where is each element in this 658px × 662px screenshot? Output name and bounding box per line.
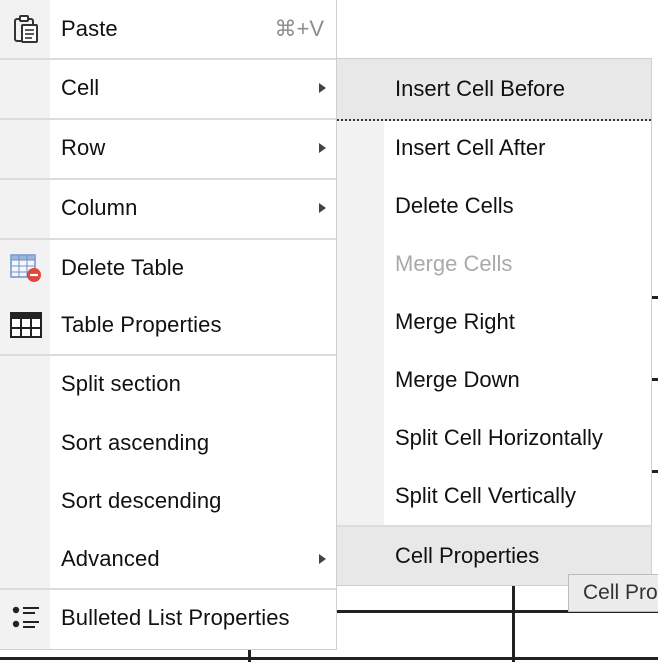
context-menu: Paste ⌘+V Cell Row Column Delete Table T…	[0, 0, 337, 650]
submenu-item-insert-cell-after[interactable]: Insert Cell After	[337, 119, 651, 177]
cell-submenu: Insert Cell Before Insert Cell After Del…	[336, 58, 652, 586]
submenu-item-label: Delete Cells	[395, 193, 514, 218]
menu-item-label: Cell	[61, 75, 100, 100]
bulleted-list-icon	[10, 602, 42, 634]
menu-item-column[interactable]: Column	[0, 178, 336, 236]
submenu-item-split-cell-vertically[interactable]: Split Cell Vertically	[337, 467, 651, 525]
submenu-item-label: Split Cell Horizontally	[395, 425, 603, 450]
submenu-item-label: Split Cell Vertically	[395, 483, 576, 508]
submenu-item-insert-cell-before[interactable]: Insert Cell Before	[337, 59, 651, 121]
menu-item-label: Sort ascending	[61, 430, 210, 455]
table-properties-icon	[10, 309, 42, 341]
submenu-arrow-icon	[319, 83, 326, 93]
menu-item-sort-ascending[interactable]: Sort ascending	[0, 414, 336, 472]
menu-item-label: Column	[61, 195, 138, 220]
submenu-item-merge-down[interactable]: Merge Down	[337, 351, 651, 409]
document-table-border	[652, 378, 658, 381]
menu-item-label: Table Properties	[61, 312, 222, 337]
submenu-arrow-icon	[319, 554, 326, 564]
submenu-item-label: Cell Properties	[395, 543, 540, 568]
menu-item-label: Paste	[61, 16, 118, 41]
document-table-border	[652, 470, 658, 473]
menu-item-sort-descending[interactable]: Sort descending	[0, 472, 336, 530]
menu-item-advanced[interactable]: Advanced	[0, 530, 336, 588]
menu-item-label: Sort descending	[61, 488, 222, 513]
document-table-border	[652, 296, 658, 299]
menu-item-label: Advanced	[61, 546, 160, 571]
menu-item-row[interactable]: Row	[0, 118, 336, 176]
document-table-border	[512, 586, 515, 662]
submenu-item-split-cell-horizontally[interactable]: Split Cell Horizontally	[337, 409, 651, 467]
submenu-item-label: Merge Down	[395, 367, 520, 392]
menu-item-label: Split section	[61, 371, 181, 396]
paste-icon	[10, 13, 42, 45]
submenu-item-label: Insert Cell Before	[395, 76, 565, 101]
menu-item-label: Delete Table	[61, 255, 185, 280]
delete-table-icon	[10, 252, 42, 284]
menu-item-table-properties[interactable]: Table Properties	[0, 296, 336, 354]
menu-item-paste[interactable]: Paste ⌘+V	[0, 0, 336, 58]
document-table-border	[248, 650, 251, 662]
menu-item-label: Bulleted List Properties	[61, 605, 290, 630]
menu-item-delete-table[interactable]: Delete Table	[0, 238, 336, 296]
document-table-border	[0, 657, 658, 660]
submenu-item-merge-cells: Merge Cells	[337, 235, 651, 293]
submenu-item-delete-cells[interactable]: Delete Cells	[337, 177, 651, 235]
menu-item-label: Row	[61, 135, 106, 160]
tooltip: Cell Properties	[568, 574, 658, 612]
menu-item-bulleted-list-properties[interactable]: Bulleted List Properties	[0, 588, 336, 646]
submenu-item-merge-right[interactable]: Merge Right	[337, 293, 651, 351]
submenu-item-label: Insert Cell After	[395, 135, 546, 160]
menu-item-split-section[interactable]: Split section	[0, 354, 336, 412]
submenu-arrow-icon	[319, 143, 326, 153]
shortcut-label: ⌘+V	[274, 16, 324, 41]
submenu-item-label: Merge Right	[395, 309, 515, 334]
submenu-arrow-icon	[319, 203, 326, 213]
menu-item-cell[interactable]: Cell	[0, 58, 336, 116]
submenu-item-label: Merge Cells	[395, 251, 513, 276]
